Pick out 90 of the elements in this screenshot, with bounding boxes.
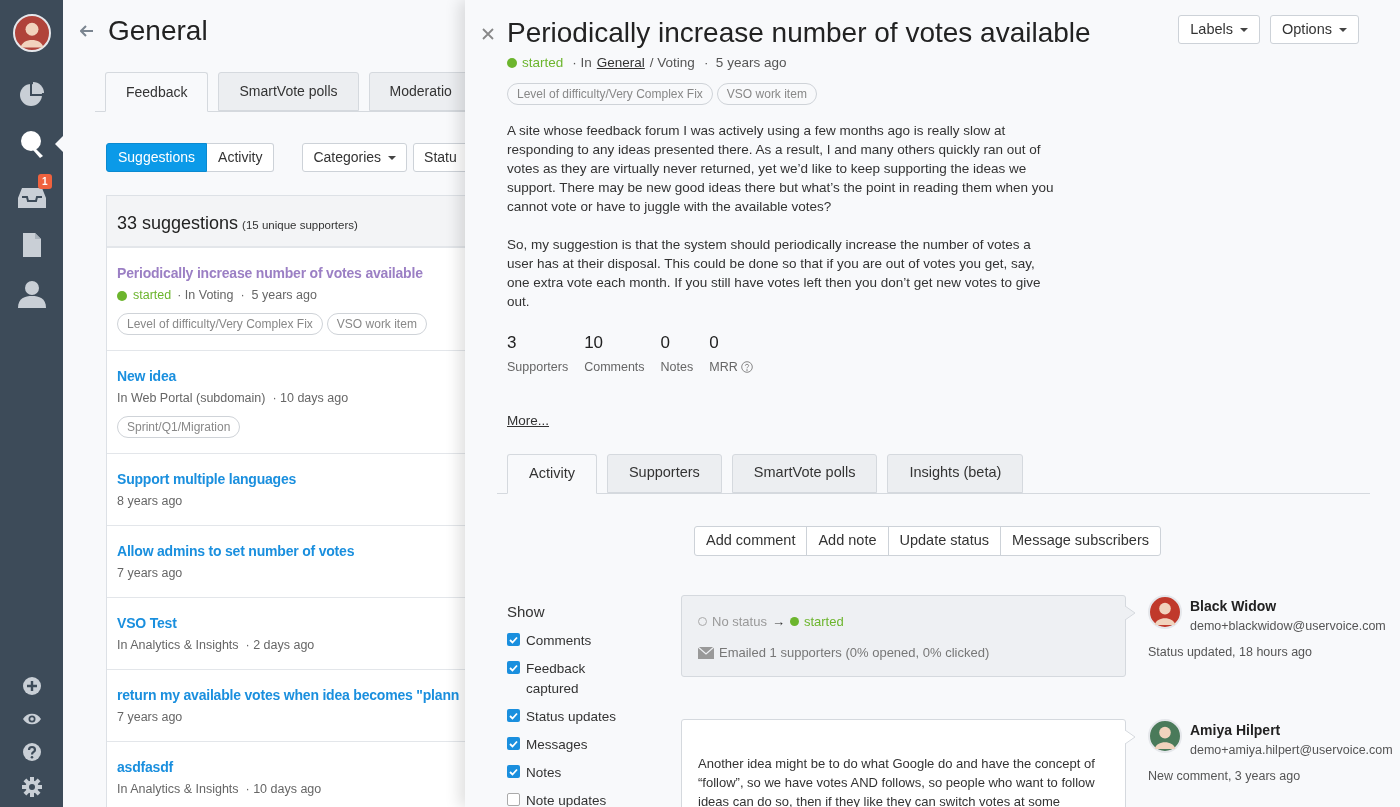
page-title: General [108,14,208,48]
tab[interactable]: SmartVote polls [731,453,878,493]
checkbox-label: Messages [526,736,589,754]
notification-badge: 1 [38,174,52,189]
email-summary: Emailed 1 supporters (0% opened, 0% clicked) [719,644,990,662]
status-from: No status [712,612,767,631]
show-label: Show [507,601,546,622]
avatar [1148,718,1182,753]
filter-dropdown[interactable]: Categories [302,143,408,172]
tab[interactable]: Activity [507,453,597,494]
suggestion-meta: 7 years ago [117,709,183,726]
tab[interactable]: SmartVote polls [218,72,359,111]
action-button[interactable]: Add note [806,526,888,555]
suggestion-title-link[interactable]: VSO Test [117,614,465,632]
stat-value: 3 [507,332,518,355]
view-toggle-button[interactable]: Activity [207,143,275,172]
location-text: / Voting [649,54,695,72]
action-button[interactable]: Update status [887,526,1000,555]
status-label: started [522,54,564,72]
checkbox-label: Note updates [526,792,608,807]
avatar[interactable] [12,14,51,52]
suggestion-title: Periodically increase number of votes available [507,16,1091,50]
suggestion-meta: 8 years ago [117,493,183,510]
status-label: started [133,287,172,304]
help-icon[interactable] [21,742,42,762]
arrow-text: → [771,612,785,631]
author-name: Black Widow [1190,596,1278,616]
checkbox[interactable] [507,793,520,806]
user-icon[interactable] [16,280,47,310]
author-name: Amiya Hilpert [1190,720,1282,740]
more-link[interactable]: More... [507,410,549,431]
back-arrow-icon[interactable] [80,25,94,37]
suggestion-count: 33 suggestions [117,212,239,235]
category-link[interactable]: General [596,53,645,74]
stat-label: Supporters [507,358,569,376]
checkmark-icon [509,767,518,776]
pie-chart-icon[interactable] [17,80,46,108]
avatar [1148,594,1182,629]
help-icon[interactable] [740,361,753,374]
checkbox-label: Status updates [526,708,618,726]
stat-value: 0 [709,332,720,355]
stat-value: 0 [660,332,672,355]
close-icon[interactable] [482,28,494,40]
checkmark-icon [509,711,518,720]
dropdown-button[interactable]: Labels [1178,15,1260,44]
suggestion-meta: In Analytics & Insights · 2 days ago [117,637,315,654]
description-paragraph: A site whose feedback forum I was actively using a few months ago is really slow at responding to any ideas presented there. As a result, I and many others quickly ran out of votes as they are virtually never returned, yet we’d like to keep supporting the ideas we support. There may be new good ideas there but what’s the point in reading them when you cannot vote or have to juggle with the available votes? [507,122,1055,217]
add-icon[interactable] [21,676,42,696]
envelope-icon [698,646,714,659]
status-to: started [803,612,844,631]
caret-icon [1339,27,1347,32]
suggestion-meta: 7 years ago [117,565,183,582]
description-paragraph: So, my suggestion is that the system should periodically increase the number of votes a user has at their disposal. This could be done so that if you are out of votes you get, say, one extra vote each month. If you still have votes left then you don’t get new votes to give out. [507,236,1042,312]
checkmark-icon [509,663,518,672]
tab[interactable]: Feedback [105,72,209,112]
suggestion-meta: In Analytics & Insights · 10 days ago [117,781,322,798]
checkbox[interactable] [507,737,520,750]
checkmark-icon [509,635,518,644]
suggestion-meta: In Web Portal (subdomain) · 10 days ago [117,390,349,407]
eye-icon[interactable] [21,711,42,727]
checkbox[interactable] [507,709,520,722]
stat-label: Comments [584,358,645,376]
checkbox-label: Notes [526,764,563,782]
stat-value: 10 [584,332,605,355]
dropdown-button[interactable]: Options [1270,15,1359,44]
checkbox[interactable] [507,765,520,778]
event-time: Status updated, 18 hours ago [1148,644,1313,662]
location-text: · In [572,54,592,72]
suggestion-meta: · In Voting · 5 years ago [177,287,317,304]
stat-label: MRR [709,358,738,376]
stat-label: Notes [660,358,694,376]
checkbox-label: Comments [526,632,593,650]
supporter-count: (15 unique supporters) [242,218,358,233]
checkbox[interactable] [507,661,520,674]
caret-icon [1240,27,1248,32]
caret-icon [388,155,397,160]
timestamp: · 5 years ago [703,54,787,72]
author-email: demo+amiya.hilpert@uservoice.com [1190,741,1393,759]
event-time: New comment, 3 years ago [1148,768,1302,786]
tab[interactable]: Insights (beta) [887,453,1024,493]
action-button[interactable]: Message subscribers [1000,526,1160,555]
action-button[interactable]: Add comment [695,526,807,555]
author-email: demo+blackwidow@uservoice.com [1190,617,1386,635]
settings-icon[interactable] [21,777,42,797]
tab[interactable]: Moderatio [368,72,465,111]
checkmark-icon [509,739,518,748]
filter-dropdown[interactable]: Statu [413,143,465,172]
tab[interactable]: Supporters [606,453,722,493]
checkbox[interactable] [507,633,520,646]
checkbox-label: Feedback captured [526,660,587,698]
